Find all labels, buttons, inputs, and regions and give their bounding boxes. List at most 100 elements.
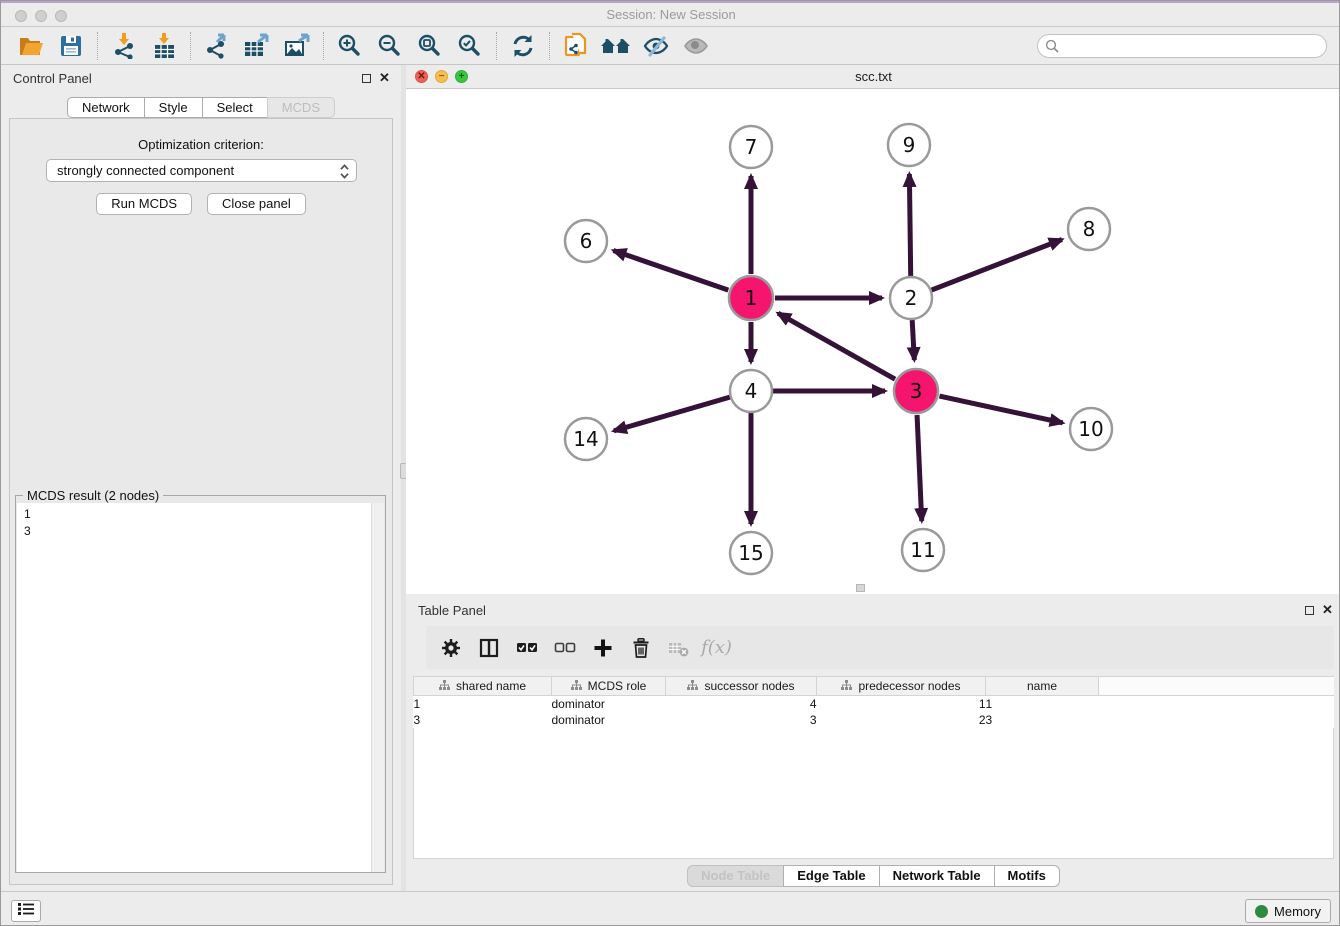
col-successor-nodes[interactable]: successor nodes	[666, 677, 817, 696]
top-border-strip	[1, 1, 1340, 3]
export-table-icon[interactable]	[237, 30, 277, 62]
table-header-row: shared name MCDS role successor nodes pr…	[414, 677, 1335, 696]
graph-edge-2-3[interactable]	[912, 320, 914, 360]
zoom-selected-icon[interactable]	[450, 30, 490, 62]
col-name[interactable]: name	[986, 677, 1099, 696]
network-graph[interactable]: 7968124314101511	[406, 89, 1340, 594]
col-mcds-role[interactable]: MCDS role	[552, 677, 666, 696]
export-image-icon[interactable]	[277, 30, 317, 62]
float-table-panel-icon[interactable]	[1305, 606, 1314, 615]
tab-motifs[interactable]: Motifs	[994, 865, 1060, 887]
graph-node-label-1: 1	[745, 286, 758, 310]
table-row[interactable]: 3dominator323	[414, 712, 1335, 728]
graph-node-label-3: 3	[910, 379, 923, 403]
task-history-button[interactable]	[11, 900, 41, 922]
zoom-in-icon[interactable]	[330, 30, 370, 62]
session-titlebar: Session: New Session	[1, 1, 1340, 27]
col-predecessor-nodes[interactable]: predecessor nodes	[817, 677, 986, 696]
toolbar-separator	[190, 32, 191, 60]
control-panel-header: Control Panel ✕	[1, 65, 401, 91]
show-all-eye-icon[interactable]	[676, 30, 716, 62]
column-layout-icon[interactable]	[474, 633, 503, 662]
search-input[interactable]	[1037, 34, 1327, 58]
open-folder-icon[interactable]	[11, 30, 51, 62]
network-window-titlebar: ✕ − + scc.txt	[406, 65, 1340, 89]
graph-edge-3-11[interactable]	[917, 415, 922, 521]
tab-edge-table[interactable]: Edge Table	[783, 865, 879, 887]
table-cell[interactable]: 1	[414, 696, 552, 712]
status-bar: Memory	[1, 891, 1340, 926]
graph-edge-3-10[interactable]	[939, 396, 1062, 423]
graph-node-label-7: 7	[745, 135, 758, 159]
table-cell[interactable]: dominator	[552, 696, 666, 712]
tab-select[interactable]: Select	[202, 97, 268, 118]
node-table[interactable]: shared name MCDS role successor nodes pr…	[413, 676, 1334, 728]
application-window: Session: New Session	[0, 0, 1340, 926]
close-panel-button[interactable]: Close panel	[207, 193, 306, 215]
session-title: Session: New Session	[1, 7, 1340, 22]
graph-node-label-15: 15	[738, 541, 763, 565]
select-all-checks-icon[interactable]	[512, 633, 541, 662]
copy-view-icon[interactable]	[556, 30, 596, 62]
first-neighbors-icon[interactable]	[596, 30, 636, 62]
graph-edge-1-6[interactable]	[613, 250, 728, 290]
table-cell[interactable]: 4	[666, 696, 817, 712]
delete-column-trash-icon[interactable]	[626, 633, 655, 662]
table-toolbar: f(x)	[426, 626, 1334, 669]
delete-table-disabled-icon	[664, 633, 693, 662]
mcds-result-scrollbar[interactable]	[371, 503, 384, 872]
memory-button[interactable]: Memory	[1245, 899, 1331, 923]
tab-node-table[interactable]: Node Table	[687, 865, 784, 887]
table-cell[interactable]: 3	[986, 712, 1099, 728]
zoom-out-icon[interactable]	[370, 30, 410, 62]
graph-edge-3-1[interactable]	[778, 313, 895, 379]
mcds-result-item[interactable]: 1	[24, 506, 372, 523]
tab-mcds[interactable]: MCDS	[267, 97, 335, 118]
zoom-fit-icon[interactable]	[410, 30, 450, 62]
col-shared-name[interactable]: shared name	[414, 677, 552, 696]
mcds-result-title: MCDS result (2 nodes)	[23, 488, 163, 503]
hide-selected-eye-slash-icon[interactable]	[636, 30, 676, 62]
network-canvas[interactable]: 7968124314101511	[406, 89, 1340, 594]
criterion-dropdown[interactable]: strongly connected component	[46, 159, 357, 182]
close-panel-icon[interactable]: ✕	[379, 70, 390, 86]
table-cell[interactable]: 3	[666, 712, 817, 728]
import-network-icon[interactable]	[104, 30, 144, 62]
mcds-tab-content: Optimization criterion: strongly connect…	[9, 118, 393, 885]
graph-node-label-10: 10	[1078, 417, 1103, 441]
table-panel-title: Table Panel	[418, 603, 486, 618]
mcds-result-list[interactable]: 13	[17, 503, 372, 872]
table-row[interactable]: 1dominator411	[414, 696, 1335, 712]
canvas-scrollbar-thumb[interactable]	[856, 584, 865, 592]
import-table-icon[interactable]	[144, 30, 184, 62]
float-panel-icon[interactable]	[362, 74, 371, 83]
close-table-panel-icon[interactable]: ✕	[1322, 602, 1333, 618]
settings-gear-icon[interactable]	[436, 633, 465, 662]
table-cell[interactable]: 2	[817, 712, 986, 728]
deselect-all-checks-icon[interactable]	[550, 633, 579, 662]
control-panel: Control Panel ✕ Network Style Select MCD…	[1, 65, 401, 891]
table-cell[interactable]: 3	[414, 712, 552, 728]
table-cell[interactable]: dominator	[552, 712, 666, 728]
tree-icon	[571, 680, 582, 694]
graph-node-label-6: 6	[580, 229, 593, 253]
table-cell[interactable]: 1	[986, 696, 1099, 712]
run-mcds-button[interactable]: Run MCDS	[96, 193, 192, 215]
export-network-icon[interactable]	[197, 30, 237, 62]
tab-network[interactable]: Network	[67, 97, 145, 118]
control-panel-title: Control Panel	[13, 71, 92, 86]
mcds-result-item[interactable]: 3	[24, 523, 372, 540]
tab-network-table[interactable]: Network Table	[879, 865, 995, 887]
add-column-icon[interactable]	[588, 633, 617, 662]
tab-style[interactable]: Style	[144, 97, 203, 118]
table-cell-filler	[1099, 712, 1335, 728]
refresh-icon[interactable]	[503, 30, 543, 62]
table-cell-filler	[1099, 696, 1335, 712]
graph-edge-2-9[interactable]	[909, 174, 910, 276]
save-icon[interactable]	[51, 30, 91, 62]
graph-node-label-14: 14	[573, 427, 598, 451]
graph-edge-4-14[interactable]	[614, 397, 730, 431]
graph-edge-2-8[interactable]	[932, 239, 1062, 290]
table-cell[interactable]: 1	[817, 696, 986, 712]
graph-node-label-4: 4	[745, 379, 758, 403]
